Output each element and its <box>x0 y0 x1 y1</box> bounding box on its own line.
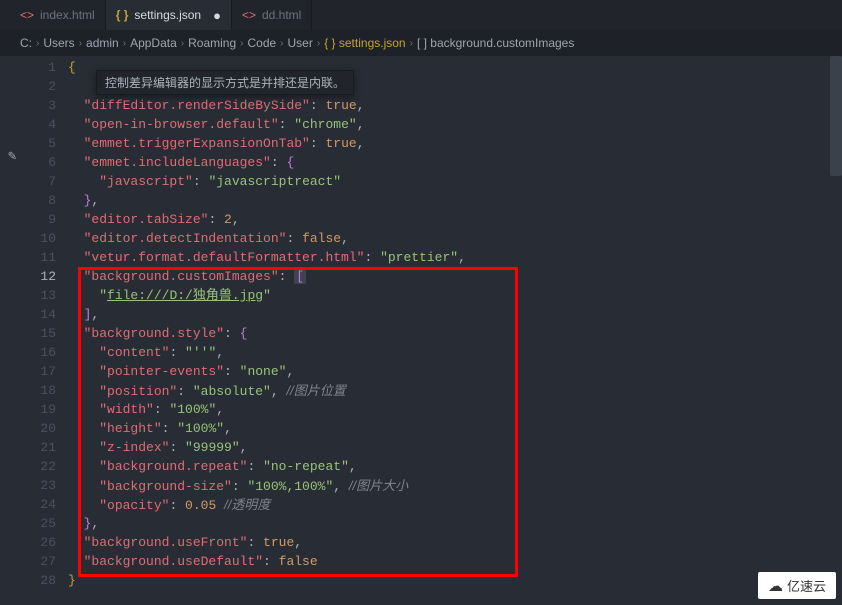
tab-dd-html[interactable]: <> dd.html <box>232 0 312 30</box>
tab-label: index.html <box>40 8 95 22</box>
breadcrumb-segment[interactable]: User <box>288 36 313 50</box>
breadcrumb-segment[interactable]: Users <box>43 36 74 50</box>
cloud-icon: ☁ <box>768 577 783 595</box>
tab-bar: <> index.html { } settings.json ● <> dd.… <box>0 0 842 30</box>
breadcrumb-segment[interactable]: AppData <box>130 36 177 50</box>
watermark-badge: ☁ 亿速云 <box>758 572 836 599</box>
tab-label: settings.json <box>134 8 201 22</box>
chevron-right-icon: › <box>410 38 413 49</box>
breadcrumb-segment[interactable]: admin <box>86 36 119 50</box>
breadcrumb-segment[interactable]: Roaming <box>188 36 236 50</box>
json-file-icon: { } <box>116 8 129 22</box>
chevron-right-icon: › <box>240 38 243 49</box>
breadcrumb[interactable]: C: › Users › admin › AppData › Roaming › Code… <box>0 30 842 56</box>
breadcrumb-segment[interactable]: C: <box>20 36 32 50</box>
breadcrumb-segment[interactable]: { } settings.json <box>324 36 405 50</box>
watermark-text: 亿速云 <box>787 576 826 595</box>
dirty-indicator[interactable]: ● <box>213 8 221 23</box>
hover-tooltip: 控制差异编辑器的显示方式是并排还是内联。 <box>96 70 354 95</box>
chevron-right-icon: › <box>123 38 126 49</box>
breadcrumb-segment[interactable]: Code <box>247 36 276 50</box>
chevron-right-icon: › <box>317 38 320 49</box>
editor-area[interactable]: ✎ 1234 5678 9101112 13141516 17181920 21… <box>0 56 842 605</box>
vertical-scrollbar[interactable] <box>830 56 842 176</box>
margin: ✎ <box>0 56 28 605</box>
tab-settings-json[interactable]: { } settings.json ● <box>106 0 232 30</box>
tab-index-html[interactable]: <> index.html <box>10 0 106 30</box>
html-file-icon: <> <box>20 8 34 22</box>
chevron-right-icon: › <box>181 38 184 49</box>
line-numbers: 1234 5678 9101112 13141516 17181920 2122… <box>28 56 68 605</box>
chevron-right-icon: › <box>280 38 283 49</box>
breadcrumb-segment[interactable]: [ ] background.customImages <box>417 36 574 50</box>
html-file-icon: <> <box>242 8 256 22</box>
code-content[interactable]: { "diffEditor.renderSideBySide": true, "… <box>68 56 842 605</box>
chevron-right-icon: › <box>36 38 39 49</box>
tab-label: dd.html <box>262 8 301 22</box>
pencil-icon[interactable]: ✎ <box>8 148 16 165</box>
chevron-right-icon: › <box>79 38 82 49</box>
